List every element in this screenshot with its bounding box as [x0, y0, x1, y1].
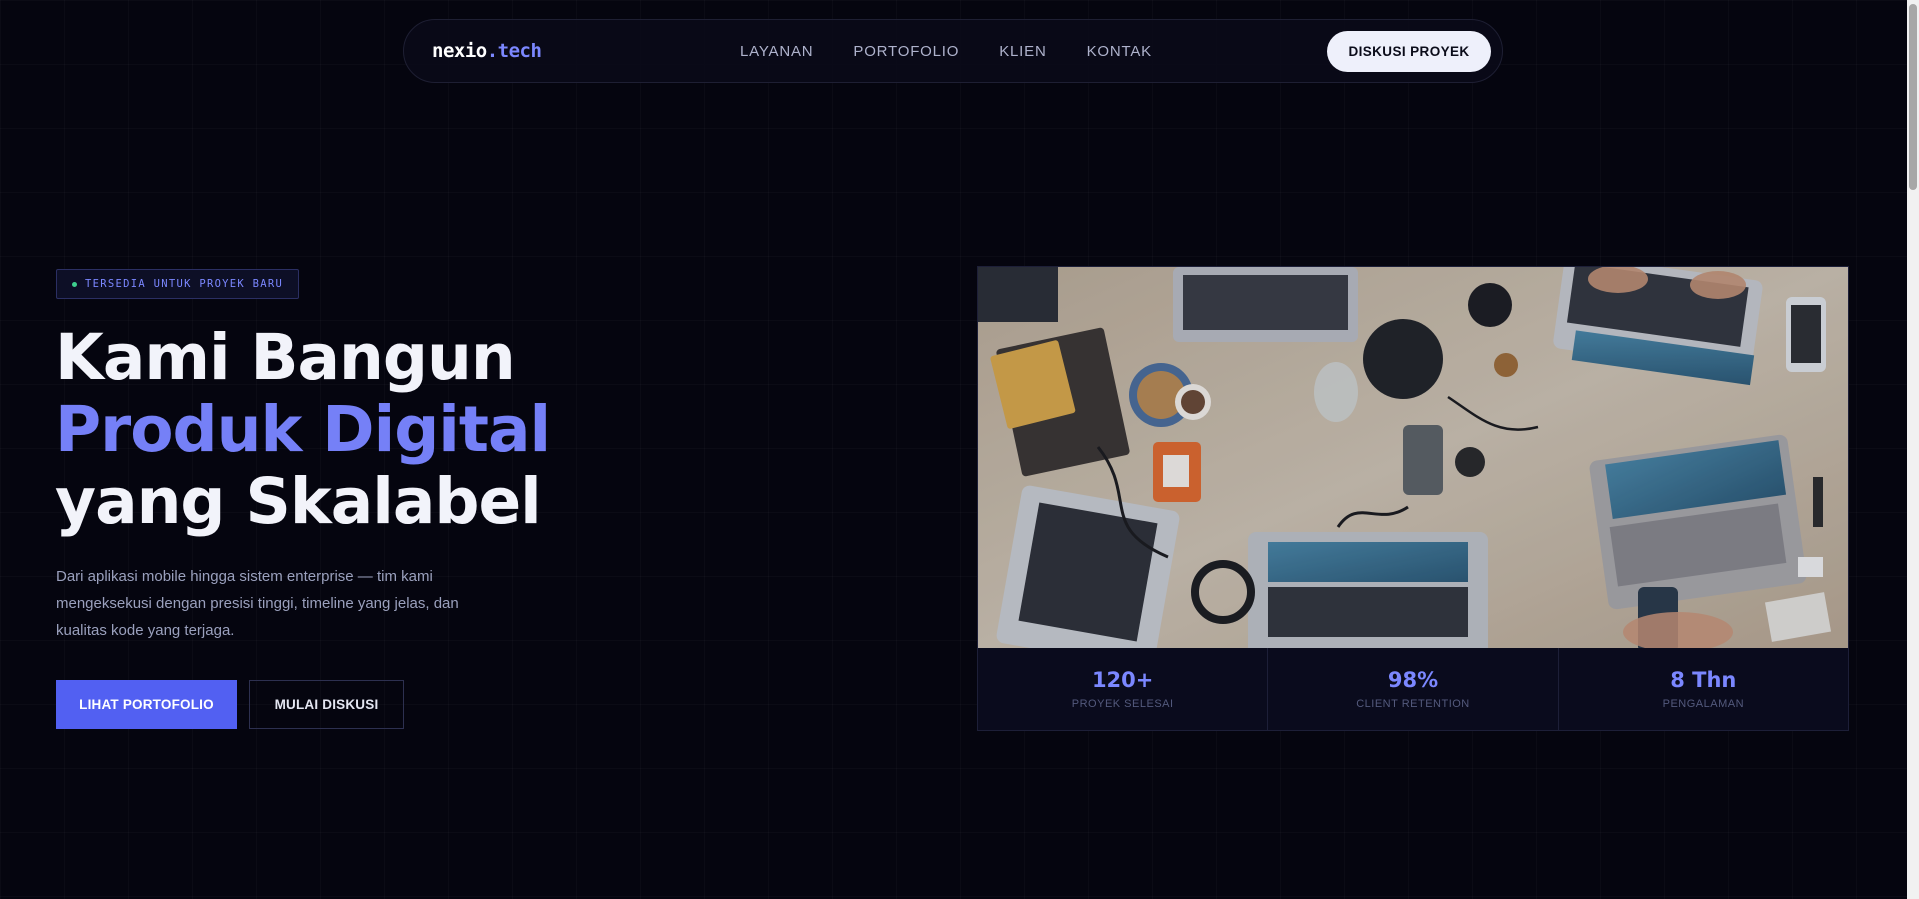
view-portfolio-button[interactable]: LIHAT PORTOFOLIO [56, 680, 237, 729]
headline-line-1: Kami Bangun [55, 321, 516, 394]
stats-row: 120+ PROYEK SELESAI 98% CLIENT RETENTION… [978, 648, 1848, 730]
nav-link-layanan[interactable]: LAYANAN [740, 43, 813, 60]
nav-links: LAYANAN PORTOFOLIO KLIEN KONTAK [740, 43, 1152, 60]
headline-line-2: Produk Digital [55, 393, 551, 466]
stat-experience: 8 Thn PENGALAMAN [1559, 648, 1848, 730]
stat-label: PENGALAMAN [1662, 698, 1745, 710]
status-dot-icon [72, 281, 77, 287]
nav-link-klien[interactable]: KLIEN [999, 43, 1046, 60]
start-discussion-button[interactable]: MULAI DISKUSI [249, 680, 404, 729]
headline-line-3: yang Skalabel [55, 465, 542, 538]
hero-headline: Kami Bangun Produk Digital yang Skalabel [55, 321, 551, 538]
discuss-project-button[interactable]: DISKUSI PROYEK [1327, 31, 1491, 72]
hero-media-card: 120+ PROYEK SELESAI 98% CLIENT RETENTION… [977, 266, 1849, 731]
stat-retention: 98% CLIENT RETENTION [1268, 648, 1559, 730]
stat-label: PROYEK SELESAI [1071, 698, 1174, 710]
stat-value: 8 Thn [1670, 668, 1737, 692]
availability-badge-text: TERSEDIA UNTUK PROYEK BARU [85, 278, 284, 290]
top-navbar: nexio.tech LAYANAN PORTOFOLIO KLIEN KONT… [403, 19, 1503, 83]
stat-projects: 120+ PROYEK SELESAI [978, 648, 1269, 730]
brand-logo[interactable]: nexio.tech [432, 40, 542, 62]
stat-value: 98% [1387, 668, 1439, 692]
logo-text: nexio [432, 40, 487, 62]
scrollbar-thumb[interactable] [1909, 4, 1917, 190]
nav-link-portofolio[interactable]: PORTOFOLIO [853, 43, 959, 60]
page-scrollbar[interactable] [1907, 0, 1919, 899]
workspace-photo [978, 267, 1848, 648]
logo-accent-text: .tech [486, 40, 542, 62]
availability-badge: TERSEDIA UNTUK PROYEK BARU [56, 269, 300, 299]
stat-label: CLIENT RETENTION [1356, 698, 1470, 710]
hero-description: Dari aplikasi mobile hingga sistem enter… [56, 568, 459, 639]
stat-value: 120+ [1091, 668, 1154, 692]
nav-link-kontak[interactable]: KONTAK [1087, 43, 1152, 60]
